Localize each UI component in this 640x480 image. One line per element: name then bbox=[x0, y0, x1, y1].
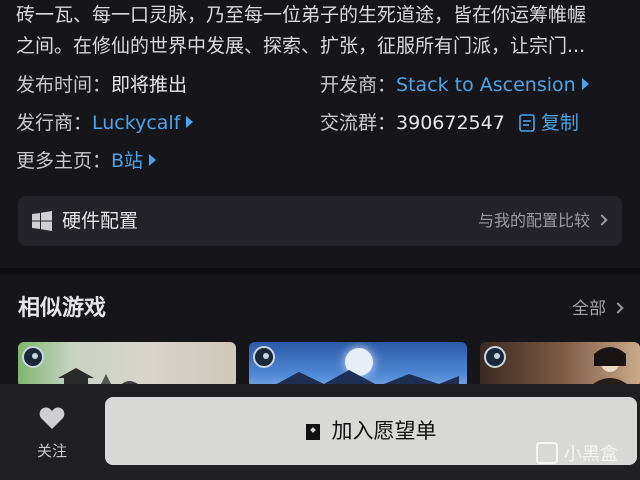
game-description: 砖一瓦、每一口灵脉，乃至每一位弟子的生死道途，皆在你运筹帷幄 之间。在修仙的世界… bbox=[16, 0, 628, 62]
see-all-link[interactable]: 全部 bbox=[572, 292, 624, 326]
bookmark-icon bbox=[305, 424, 320, 440]
developer-link[interactable]: Stack to Ascension bbox=[396, 74, 576, 96]
chevron-right-icon bbox=[596, 214, 608, 226]
chevron-right-icon bbox=[612, 302, 624, 314]
copy-button[interactable]: 复制 bbox=[541, 112, 579, 134]
steam-icon bbox=[22, 346, 44, 368]
character-artwork bbox=[588, 347, 632, 388]
see-all-label: 全部 bbox=[572, 299, 606, 319]
section-divider bbox=[0, 268, 640, 274]
homepage-row: 更多主页：B站 bbox=[16, 146, 157, 176]
description-line-1: 砖一瓦、每一口灵脉，乃至每一位弟子的生死道途，皆在你运筹帷幄 bbox=[16, 4, 587, 26]
windows-icon bbox=[32, 211, 52, 231]
bottom-action-bar: 关注 加入愿望单 小黑盒 bbox=[0, 384, 640, 480]
similar-games-list bbox=[18, 342, 640, 388]
developer-label: 开发商： bbox=[320, 74, 397, 96]
follow-button[interactable]: 关注 bbox=[22, 406, 82, 461]
chevron-right-icon bbox=[581, 78, 589, 90]
bilibili-link[interactable]: B站 bbox=[111, 150, 143, 172]
group-row: 交流群：390672547 复制 bbox=[320, 108, 579, 138]
chevron-right-icon bbox=[149, 154, 157, 166]
similar-game-card[interactable] bbox=[480, 342, 640, 388]
steam-icon bbox=[484, 346, 506, 368]
group-label: 交流群： bbox=[320, 112, 397, 134]
copy-icon[interactable] bbox=[519, 114, 535, 132]
similar-game-card[interactable] bbox=[249, 342, 467, 388]
release-date-value: 即将推出 bbox=[111, 74, 188, 96]
similar-game-card[interactable] bbox=[18, 342, 236, 388]
xiaoheihe-logo-icon bbox=[536, 442, 558, 464]
hardware-config-button[interactable]: 硬件配置 与我的配置比较 bbox=[18, 196, 622, 246]
watermark: 小黑盒 bbox=[536, 440, 618, 466]
description-line-2: 之间。在修仙的世界中发展、探索、扩张，征服所有门派，让宗门... bbox=[16, 35, 586, 57]
follow-label: 关注 bbox=[36, 442, 67, 460]
publisher-link[interactable]: Luckycalf bbox=[92, 112, 180, 134]
publisher-row: 发行商：Luckycalf bbox=[16, 108, 194, 138]
compare-config-label: 与我的配置比较 bbox=[477, 211, 590, 230]
publisher-label: 发行商： bbox=[16, 112, 93, 134]
watermark-text: 小黑盒 bbox=[564, 444, 618, 465]
similar-games-title: 相似游戏 bbox=[18, 296, 107, 321]
wishlist-label: 加入愿望单 bbox=[331, 419, 437, 443]
steam-icon bbox=[253, 346, 275, 368]
hardware-config-title: 硬件配置 bbox=[62, 210, 139, 232]
release-date-label: 发布时间： bbox=[16, 74, 112, 96]
chevron-right-icon bbox=[186, 116, 194, 128]
compare-config-link[interactable]: 与我的配置比较 bbox=[477, 196, 608, 246]
release-date-row: 发布时间：即将推出 bbox=[16, 70, 187, 100]
homepage-label: 更多主页： bbox=[16, 150, 112, 172]
group-number: 390672547 bbox=[396, 112, 505, 134]
heart-icon bbox=[39, 407, 65, 429]
developer-row: 开发商：Stack to Ascension bbox=[320, 70, 589, 100]
